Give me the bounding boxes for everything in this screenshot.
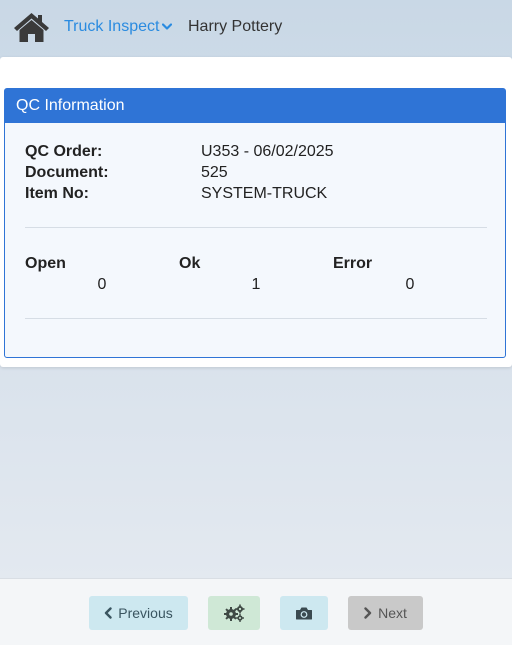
stat-error-label: Error [333,255,373,272]
stat-ok: Ok 1 [179,255,333,294]
next-button[interactable]: Next [348,596,423,630]
user-name: Harry Pottery [188,18,283,35]
stat-open-label: Open [25,255,66,272]
stat-ok-label: Ok [179,255,201,272]
next-label: Next [378,605,407,621]
stat-open: Open 0 [25,255,179,294]
divider [25,318,487,319]
home-button[interactable] [13,11,50,44]
qc-information-card: QC Information QC Order: U353 - 06/02/20… [4,88,506,358]
chevron-down-icon [162,23,173,30]
stat-error-value: 0 [405,276,415,293]
previous-button[interactable]: Previous [89,596,188,630]
app-menu-dropdown[interactable]: Truck Inspect [64,18,173,36]
chevron-right-icon [364,607,372,619]
main-panel: QC Information QC Order: U353 - 06/02/20… [0,57,512,367]
app-title: Truck Inspect [64,18,160,35]
stat-ok-value: 1 [251,276,261,293]
document-label: Document: [25,164,109,181]
camera-button[interactable] [280,596,328,630]
card-title: QC Information [5,89,505,123]
previous-label: Previous [118,605,173,621]
item-no-label: Item No: [25,185,89,202]
bottom-toolbar: Previous Next [0,578,512,645]
document-value: 525 [201,164,228,181]
item-no-value: SYSTEM-TRUCK [201,185,328,202]
home-icon [14,13,49,42]
qc-order-label: QC Order: [25,143,103,160]
chevron-left-icon [105,607,112,619]
gears-icon [224,604,245,622]
stat-open-value: 0 [97,276,107,293]
camera-icon [296,607,312,619]
settings-button[interactable] [208,596,260,630]
stat-error: Error 0 [333,255,487,294]
top-bar: Truck Inspect Harry Pottery [0,0,512,57]
qc-order-value: U353 - 06/02/2025 [201,143,334,160]
divider [25,227,487,228]
